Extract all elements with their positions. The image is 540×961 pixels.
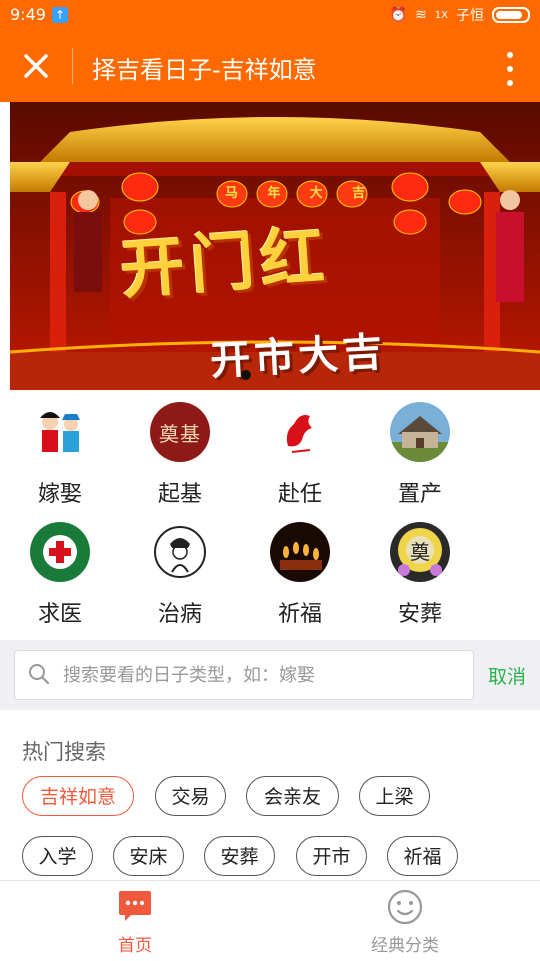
category-label: 求医 [37, 602, 82, 627]
smiley-icon [387, 889, 423, 925]
house-icon [390, 402, 450, 462]
category-item-pray[interactable]: 祈福 [240, 518, 360, 638]
category-item-treatment[interactable]: 治病 [120, 518, 240, 638]
search-icon [29, 664, 50, 685]
tag-chip[interactable]: 吉祥如意 [22, 776, 134, 816]
chat-bubble-icon [119, 891, 151, 921]
category-item-property[interactable]: 置产 [360, 398, 480, 518]
category-item-foundation[interactable]: 奠基 起基 [120, 398, 240, 518]
tag-chip[interactable]: 入学 [22, 836, 93, 876]
tab-home[interactable]: 首页 [0, 881, 270, 961]
seal-text: 奠基 [159, 421, 201, 446]
search-bar: 取消 [0, 640, 540, 710]
battery-icon [492, 7, 530, 23]
tab-categories[interactable]: 经典分类 [270, 881, 540, 961]
category-label: 赴任 [277, 482, 322, 507]
network-type: 1X [434, 9, 448, 21]
carrier-name: 子恒 [456, 8, 484, 24]
search-input[interactable] [61, 659, 465, 691]
wedding-couple-icon [30, 402, 90, 462]
status-time: 9:49 [10, 5, 46, 24]
bottom-tab-bar: 首页 经典分类 [0, 880, 540, 961]
tag-chip[interactable]: 安床 [113, 836, 184, 876]
wifi-icon: ≋ [415, 7, 427, 23]
category-label: 起基 [157, 482, 202, 507]
category-label: 祈福 [277, 602, 322, 627]
carousel-indicator[interactable] [241, 370, 251, 380]
cancel-button[interactable]: 取消 [488, 662, 526, 689]
candles-icon [270, 522, 330, 582]
category-item-seek-doctor[interactable]: 求医 [0, 518, 120, 638]
lantern-char: 年 [267, 186, 281, 201]
category-item-take-office[interactable]: 赴任 [240, 398, 360, 518]
lantern-text: 马 年 大 吉 [225, 182, 365, 201]
lantern-char: 马 [225, 186, 239, 201]
lantern-char: 大 [309, 186, 323, 201]
close-icon[interactable] [18, 48, 54, 84]
page-title: 择吉看日子-吉祥如意 [92, 56, 317, 84]
tag-chip[interactable]: 交易 [155, 776, 226, 816]
search-box[interactable] [14, 650, 474, 700]
doctor-portrait-icon [150, 522, 210, 582]
wreath-text: 奠 [410, 540, 430, 564]
header-divider [72, 48, 73, 84]
promo-banner[interactable]: 马 年 大 吉 开门红 开市大吉 [10, 102, 540, 390]
tag-chip[interactable]: 上梁 [359, 776, 430, 816]
banner-headline: 开门红 [118, 219, 333, 309]
tag-chip[interactable]: 安葬 [204, 836, 275, 876]
status-bar: 9:49 ↑ ⏰ ≋ 1X 子恒 [0, 0, 540, 30]
status-right: ⏰ ≋ 1X 子恒 [390, 5, 530, 25]
upload-notification-icon: ↑ [52, 7, 68, 23]
category-label: 治病 [157, 602, 202, 627]
category-label: 安葬 [397, 602, 442, 627]
lantern-char: 吉 [351, 186, 365, 201]
banner-subline: 开市大吉 [209, 329, 388, 385]
category-label: 置产 [397, 482, 442, 507]
tab-label: 经典分类 [371, 936, 439, 956]
foundation-seal-icon: 奠基 [150, 402, 210, 462]
alarm-icon: ⏰ [389, 7, 408, 23]
category-item-funeral[interactable]: 奠 安葬 [360, 518, 480, 638]
funeral-wreath-icon: 奠 [390, 522, 450, 582]
tag-chip[interactable]: 开市 [296, 836, 367, 876]
tag-chip[interactable]: 祈福 [387, 836, 458, 876]
tag-chip[interactable]: 会亲友 [246, 776, 339, 816]
tab-label: 首页 [118, 936, 152, 956]
app-header: 择吉看日子-吉祥如意 [0, 30, 540, 102]
category-item-wedding[interactable]: 嫁娶 [0, 398, 120, 518]
horse-calligraphy-icon [270, 402, 330, 462]
category-grid: 嫁娶 奠基 起基 赴任 置产 求医 治病 祈福 奠 安葬 [0, 398, 540, 638]
category-label: 嫁娶 [37, 482, 82, 507]
hot-search-title: 热门搜索 [22, 740, 106, 764]
medical-cross-icon [30, 522, 90, 582]
more-vertical-icon[interactable] [504, 52, 516, 86]
